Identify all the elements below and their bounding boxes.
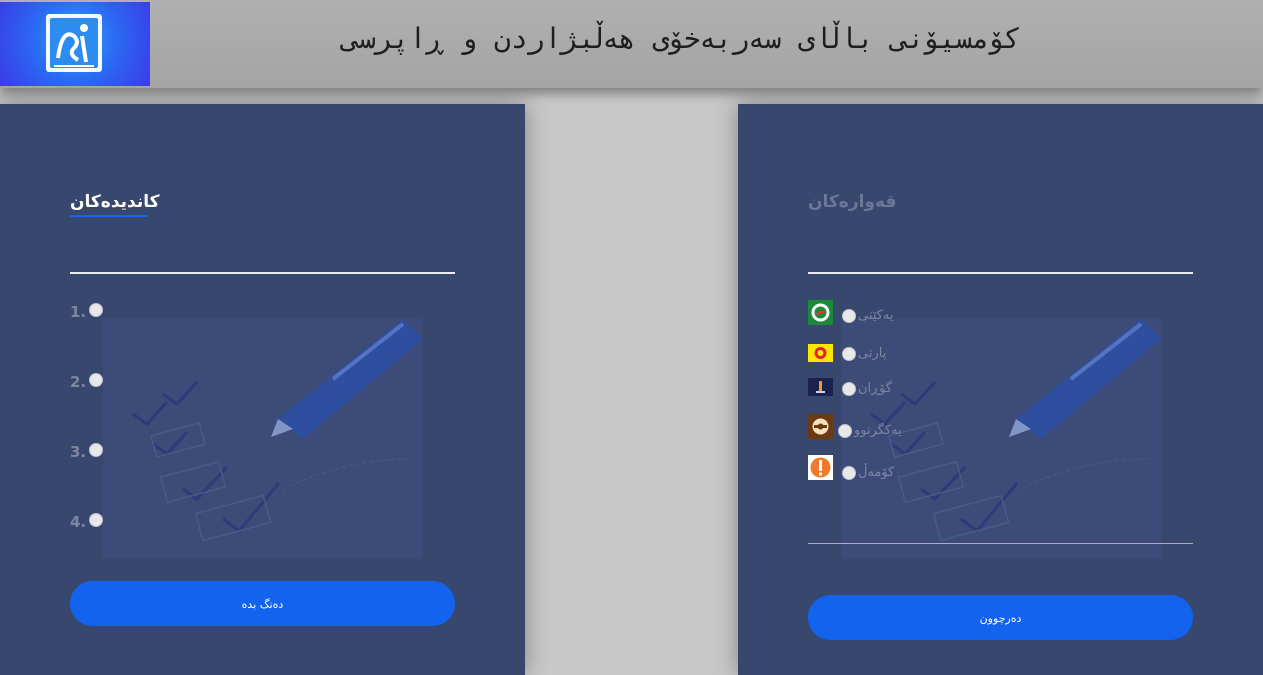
party-name: یەکێتی bbox=[858, 308, 894, 323]
candidate-number: 1. bbox=[70, 303, 87, 321]
party-radio[interactable] bbox=[842, 466, 856, 480]
gorran-logo-icon bbox=[808, 378, 833, 396]
party-radio[interactable] bbox=[842, 347, 856, 361]
exit-button[interactable]: دەرچوون bbox=[808, 595, 1193, 640]
candidates-panel: کاندیدەکان 1. 2. 3. 4. دەنگ بدە bbox=[0, 104, 525, 675]
parties-panel: قەوارەکان یەکێتی پارتی گۆڕان یەکگرتوو کۆ… bbox=[738, 104, 1263, 675]
candidates-divider bbox=[70, 272, 455, 274]
party-name: کۆمەڵ bbox=[858, 465, 895, 480]
parties-bottom-divider bbox=[808, 543, 1193, 544]
candidate-radio[interactable] bbox=[89, 513, 103, 527]
vote-button[interactable]: دەنگ بدە bbox=[70, 581, 455, 626]
title-underline bbox=[70, 215, 148, 217]
komal-logo-icon bbox=[808, 455, 833, 480]
parties-divider bbox=[808, 272, 1193, 274]
party-option[interactable]: گۆڕان bbox=[808, 376, 1008, 404]
party-radio[interactable] bbox=[842, 382, 856, 396]
candidate-radio[interactable] bbox=[89, 303, 103, 317]
candidates-title: کاندیدەکان bbox=[70, 192, 160, 212]
party-radio[interactable] bbox=[842, 309, 856, 323]
ihec-logo-icon bbox=[46, 14, 102, 72]
candidate-radio[interactable] bbox=[89, 443, 103, 457]
kiu-logo-icon bbox=[808, 414, 833, 439]
app-header: کۆمسیۆنی باڵای سەربەخۆی هەڵبژاردن و ڕاپر… bbox=[0, 0, 1263, 88]
party-option[interactable]: پارتی bbox=[808, 342, 1008, 370]
party-name: یەکگرتوو bbox=[854, 423, 902, 438]
ballot-illustration bbox=[103, 319, 423, 559]
candidate-number: 3. bbox=[70, 443, 87, 461]
kdp-logo-icon bbox=[808, 344, 833, 362]
party-option[interactable]: کۆمەڵ bbox=[808, 455, 1008, 483]
party-name: گۆڕان bbox=[858, 381, 892, 396]
party-name: پارتی bbox=[858, 346, 887, 361]
candidate-number: 4. bbox=[70, 513, 87, 531]
party-option[interactable]: یەکێتی bbox=[808, 300, 1008, 328]
parties-title: قەوارەکان bbox=[808, 192, 897, 212]
party-option[interactable]: یەکگرتوو bbox=[808, 414, 1008, 442]
candidate-radio[interactable] bbox=[89, 373, 103, 387]
ihec-logo[interactable] bbox=[0, 2, 150, 86]
puk-logo-icon bbox=[808, 300, 833, 325]
party-radio[interactable] bbox=[838, 424, 852, 438]
candidate-number: 2. bbox=[70, 373, 87, 391]
site-title: کۆمسیۆنی باڵای سەربەخۆی هەڵبژاردن و ڕاپر… bbox=[342, 22, 1021, 55]
